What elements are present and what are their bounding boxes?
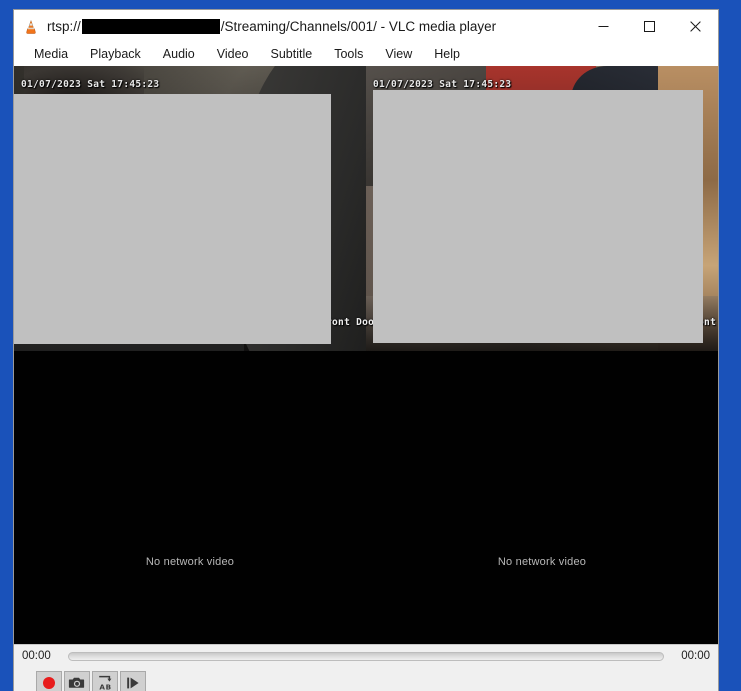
- svg-text:B: B: [106, 682, 111, 691]
- menu-item-tools[interactable]: Tools: [323, 46, 374, 64]
- transport-button-group: A B: [36, 671, 146, 691]
- minimize-icon: [598, 26, 608, 27]
- no-network-video-label-bottom-right: No network video: [497, 556, 587, 568]
- video-display-area[interactable]: 01/07/2023 Sat 17:45:23 01/07/2023 Sat 1…: [14, 66, 718, 644]
- offline-camera-row: No network video No network video: [14, 351, 718, 644]
- osd-timestamp-top-left: 01/07/2023 Sat 17:45:23: [21, 79, 160, 90]
- camera-icon: [68, 677, 85, 688]
- seek-slider[interactable]: [68, 651, 664, 661]
- no-network-video-label-bottom-left: No network video: [145, 556, 235, 568]
- total-time-label: 00:00: [681, 650, 710, 662]
- title-bar-left: rtsp:// /Streaming/Channels/001/ - VLC me…: [23, 10, 496, 43]
- window-title-redaction-bar: [81, 19, 220, 34]
- maximize-button[interactable]: [626, 10, 672, 43]
- close-button[interactable]: [672, 10, 718, 43]
- ab-loop-button[interactable]: A B: [92, 671, 118, 691]
- close-icon: [689, 21, 701, 32]
- menu-item-video[interactable]: Video: [206, 46, 260, 64]
- window-title: rtsp:// /Streaming/Channels/001/ - VLC me…: [47, 19, 496, 34]
- seek-row: 00:00 00:00: [14, 645, 718, 667]
- frame-by-frame-button[interactable]: [120, 671, 146, 691]
- title-bar: rtsp:// /Streaming/Channels/001/ - VLC me…: [14, 10, 718, 44]
- playback-control-bar: 00:00 00:00 A B: [14, 644, 718, 691]
- record-icon: [43, 677, 55, 689]
- window-title-suffix: /Streaming/Channels/001/ - VLC media pla…: [220, 18, 497, 34]
- redaction-overlay-left: [14, 94, 331, 344]
- menu-item-subtitle[interactable]: Subtitle: [260, 46, 324, 64]
- maximize-icon: [643, 21, 655, 32]
- menu-item-media[interactable]: Media: [23, 46, 79, 64]
- vlc-media-player-window: rtsp:// /Streaming/Channels/001/ - VLC me…: [14, 10, 718, 691]
- window-title-prefix: rtsp://: [47, 18, 81, 34]
- menu-item-audio[interactable]: Audio: [152, 46, 206, 64]
- menu-item-view[interactable]: View: [374, 46, 423, 64]
- menu-bar: Media Playback Audio Video Subtitle Tool…: [14, 44, 718, 66]
- redaction-overlay-right: [373, 90, 703, 343]
- desktop-background: rtsp:// /Streaming/Channels/001/ - VLC me…: [0, 0, 741, 691]
- svg-text:A: A: [99, 682, 105, 691]
- snapshot-button[interactable]: [64, 671, 90, 691]
- elapsed-time-label: 00:00: [22, 650, 51, 662]
- record-button[interactable]: [36, 671, 62, 691]
- ab-loop-icon: A B: [99, 675, 112, 691]
- menu-item-playback[interactable]: Playback: [79, 46, 152, 64]
- vlc-cone-icon: [23, 19, 39, 35]
- frame-step-icon: [127, 677, 139, 689]
- window-controls: [580, 10, 718, 43]
- menu-item-help[interactable]: Help: [423, 46, 471, 64]
- minimize-button[interactable]: [580, 10, 626, 43]
- osd-timestamp-top-right: 01/07/2023 Sat 17:45:23: [373, 79, 512, 90]
